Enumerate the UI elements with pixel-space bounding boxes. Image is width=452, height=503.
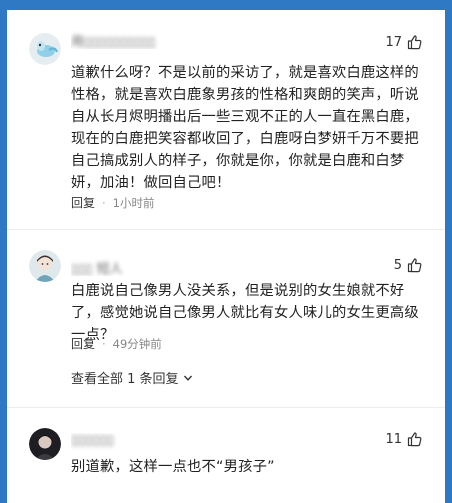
comment-time: 1小时前 [112,195,155,210]
expand-replies-label: 查看全部 1 条回复 [71,372,179,387]
comment-time: 49分钟前 [112,336,162,351]
avatar[interactable] [29,428,61,460]
comment-meta: 回复 · 49分钟前 [71,335,162,352]
like-button[interactable]: 17 [385,34,423,50]
chevron-down-icon [183,375,192,381]
avatar[interactable] [29,250,61,282]
like-button[interactable]: 11 [385,431,423,447]
divider [7,229,445,230]
divider [7,407,445,408]
reply-button[interactable]: 回复 [71,194,95,211]
avatar-image [29,428,61,460]
comment-list: 用▯▯▯▯▯▯▯▯▯▯ 17 道歉什么呀？不是以前的采访了，就是喜欢白鹿这样的性… [7,10,445,503]
avatar-image [29,250,61,282]
thumbs-up-icon [407,432,422,447]
username[interactable]: 用▯▯▯▯▯▯▯▯▯▯ [71,31,201,49]
avatar[interactable] [29,33,61,65]
username[interactable]: ▯▯▯ 短人 [71,258,201,276]
like-button[interactable]: 5 [394,257,423,273]
like-count: 17 [385,34,402,50]
thumbs-up-icon [407,35,422,50]
expand-replies-button[interactable]: 查看全部 1 条回复 [71,368,193,387]
reply-button[interactable]: 回复 [71,335,95,352]
thumbs-up-icon [407,258,422,273]
avatar-image [29,33,61,65]
like-count: 5 [393,257,402,273]
meta-dot: · [102,336,106,351]
comment-meta: 回复 · 1小时前 [71,194,155,211]
comment-text: 别道歉，这样一点也不“男孩子” [71,459,275,475]
comment-text: 道歉什么呀？不是以前的采访了，就是喜欢白鹿这样的性格，就是喜欢白鹿象男孩的性格和… [71,65,419,191]
meta-dot: · [102,195,106,210]
like-count: 11 [385,431,402,447]
username[interactable]: ▯▯▯▯▯▯ [71,433,201,451]
